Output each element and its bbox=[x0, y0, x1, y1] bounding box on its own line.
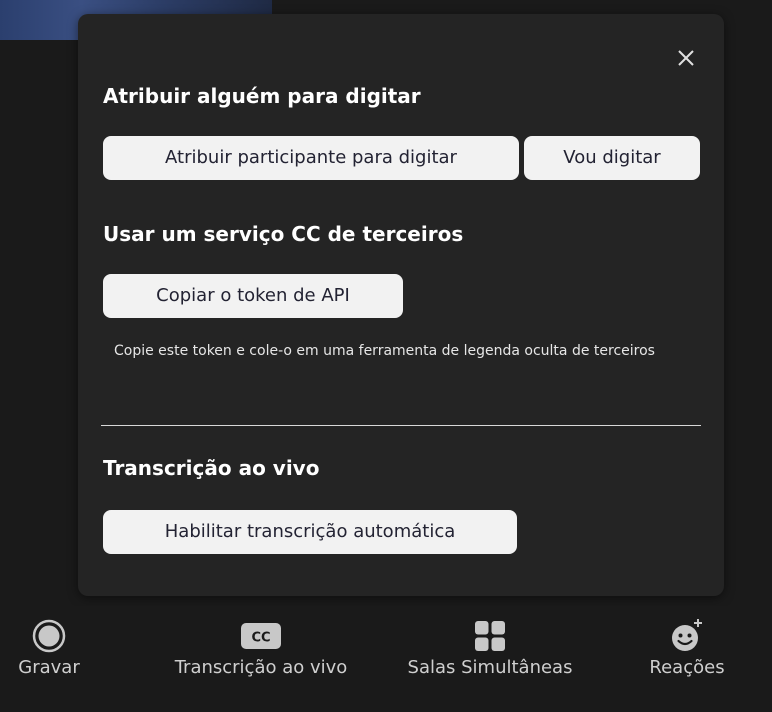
toolbar-breakout-rooms[interactable]: Salas Simultâneas bbox=[382, 606, 598, 712]
record-icon bbox=[0, 618, 98, 654]
assign-section-title: Atribuir alguém para digitar bbox=[103, 84, 421, 108]
toolbar-record[interactable]: Gravar bbox=[0, 606, 98, 712]
api-token-hint: Copie este token e cole-o em uma ferrame… bbox=[114, 343, 655, 359]
toolbar-reactions-label: Reações bbox=[649, 657, 725, 678]
enable-auto-transcript-button[interactable]: Habilitar transcrição automática bbox=[103, 510, 517, 554]
close-icon[interactable] bbox=[672, 44, 700, 72]
copy-api-token-button[interactable]: Copiar o token de API bbox=[103, 274, 403, 318]
assign-participant-button[interactable]: Atribuir participante para digitar bbox=[103, 136, 519, 180]
toolbar-live-transcript-label: Transcrição ao vivo bbox=[174, 657, 348, 678]
reactions-icon bbox=[624, 618, 750, 654]
live-transcript-section-title: Transcrição ao vivo bbox=[103, 456, 320, 480]
toolbar-breakout-rooms-label: Salas Simultâneas bbox=[407, 657, 573, 678]
svg-text:CC: CC bbox=[251, 631, 270, 646]
section-divider bbox=[101, 425, 701, 426]
self-type-button[interactable]: Vou digitar bbox=[524, 136, 700, 180]
toolbar-record-label: Gravar bbox=[18, 657, 80, 678]
cc-icon: CC bbox=[146, 618, 376, 654]
meeting-toolbar: Gravar CC Transcrição ao vivo Salas Simu… bbox=[0, 606, 772, 712]
captions-popup: Atribuir alguém para digitar Atribuir pa… bbox=[78, 14, 724, 596]
breakout-rooms-icon bbox=[382, 618, 598, 654]
third-party-section-title: Usar um serviço CC de terceiros bbox=[103, 222, 464, 246]
toolbar-reactions[interactable]: Reações bbox=[624, 606, 750, 712]
toolbar-live-transcript[interactable]: CC Transcrição ao vivo bbox=[146, 606, 376, 712]
